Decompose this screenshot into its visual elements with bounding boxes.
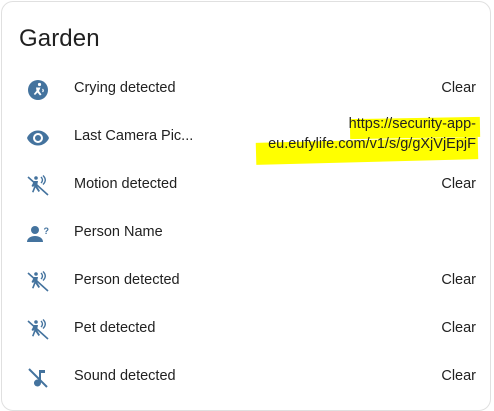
entities-card: Garden Crying detected Clear Last Camera… bbox=[1, 1, 491, 411]
motion-sensor-icon bbox=[26, 270, 50, 294]
entity-state: Clear bbox=[441, 320, 476, 336]
entity-name: Crying detected bbox=[74, 80, 176, 96]
music-note-off-icon bbox=[26, 366, 50, 390]
entity-name: Last Camera Pic... bbox=[74, 128, 194, 144]
motion-sensor-icon bbox=[26, 174, 50, 198]
entity-row-last-camera-picture[interactable]: Last Camera Pic... https://security-app-… bbox=[2, 114, 492, 165]
entity-name: Person Name bbox=[74, 224, 163, 240]
url-line-1: https://security-app- bbox=[348, 116, 476, 132]
entity-name: Person detected bbox=[74, 272, 180, 288]
entity-name: Pet detected bbox=[74, 320, 156, 336]
motion-sensor-icon bbox=[26, 318, 50, 342]
svg-text:?: ? bbox=[44, 226, 50, 236]
card-title: Garden bbox=[19, 25, 100, 52]
entity-state-url[interactable]: https://security-app- eu.eufylife.com/v1… bbox=[246, 114, 476, 154]
account-question-icon: ? bbox=[26, 222, 50, 246]
entity-row-motion-detected[interactable]: Motion detected Clear bbox=[2, 162, 492, 210]
entity-state: Clear bbox=[441, 176, 476, 192]
entity-name: Motion detected bbox=[74, 176, 178, 192]
entity-row-person-name[interactable]: ? Person Name bbox=[2, 210, 492, 258]
entity-state: Clear bbox=[441, 272, 476, 288]
entity-row-sound-detected[interactable]: Sound detected Clear bbox=[2, 354, 492, 402]
entity-row-pet-detected[interactable]: Pet detected Clear bbox=[2, 306, 492, 354]
entity-row-crying-detected[interactable]: Crying detected Clear bbox=[2, 66, 492, 114]
entity-name: Sound detected bbox=[74, 368, 176, 384]
entity-state: Clear bbox=[441, 368, 476, 384]
url-line-2: eu.eufylife.com/v1/s/g/gXjVjEpjF bbox=[268, 136, 476, 152]
eye-icon bbox=[26, 126, 50, 150]
entity-row-person-detected[interactable]: Person detected Clear bbox=[2, 258, 492, 306]
baby-cry-icon bbox=[26, 78, 50, 102]
entity-state: Clear bbox=[441, 80, 476, 96]
